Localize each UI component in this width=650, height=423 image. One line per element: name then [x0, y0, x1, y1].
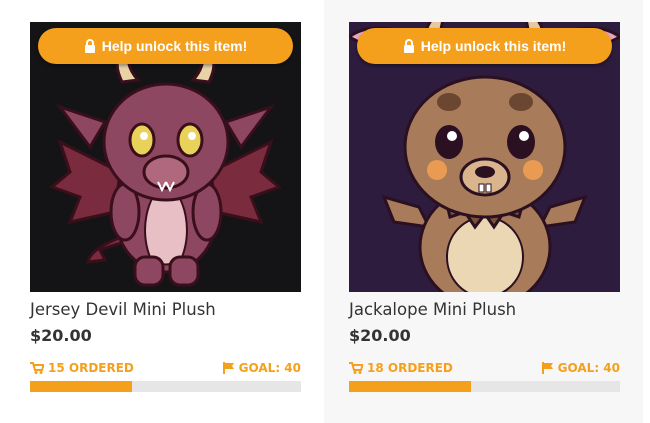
- lock-icon: [84, 39, 95, 53]
- progress-fill: [349, 381, 471, 392]
- help-unlock-label: Help unlock this item!: [420, 38, 567, 54]
- lock-icon: [403, 39, 414, 53]
- help-unlock-button[interactable]: Help unlock this item!: [357, 28, 612, 64]
- progress-bar: [30, 381, 301, 392]
- product-name[interactable]: Jersey Devil Mini Plush: [30, 300, 216, 319]
- progress-bar: [349, 381, 620, 392]
- flag-icon: [222, 362, 234, 374]
- product-card-jersey-devil: Help unlock this item! Jersey Devil Mini…: [11, 0, 330, 423]
- product-card-jackalope: Help unlock this item! Jackalope Mini Pl…: [324, 0, 643, 423]
- ordered-label: 15 ORDERED: [48, 361, 134, 375]
- flag-icon: [541, 362, 553, 374]
- product-name[interactable]: Jackalope Mini Plush: [349, 300, 516, 319]
- goal-count: GOAL: 40: [541, 361, 620, 375]
- product-image-jackalope[interactable]: Help unlock this item!: [349, 22, 620, 292]
- ordered-label: 18 ORDERED: [367, 361, 453, 375]
- help-unlock-button[interactable]: Help unlock this item!: [38, 28, 293, 64]
- ordered-count: 15 ORDERED: [30, 361, 134, 375]
- product-grid: Help unlock this item! Jersey Devil Mini…: [0, 0, 650, 423]
- product-price: $20.00: [349, 326, 411, 345]
- shopping-cart-icon: [30, 362, 44, 374]
- funding-stats: 15 ORDERED GOAL: 40: [30, 361, 301, 377]
- goal-label: GOAL: 40: [557, 361, 620, 375]
- goal-label: GOAL: 40: [238, 361, 301, 375]
- goal-count: GOAL: 40: [222, 361, 301, 375]
- product-image-jersey-devil[interactable]: Help unlock this item!: [30, 22, 301, 292]
- shopping-cart-icon: [349, 362, 363, 374]
- progress-fill: [30, 381, 132, 392]
- help-unlock-label: Help unlock this item!: [101, 38, 248, 54]
- product-price: $20.00: [30, 326, 92, 345]
- funding-stats: 18 ORDERED GOAL: 40: [349, 361, 620, 377]
- ordered-count: 18 ORDERED: [349, 361, 453, 375]
